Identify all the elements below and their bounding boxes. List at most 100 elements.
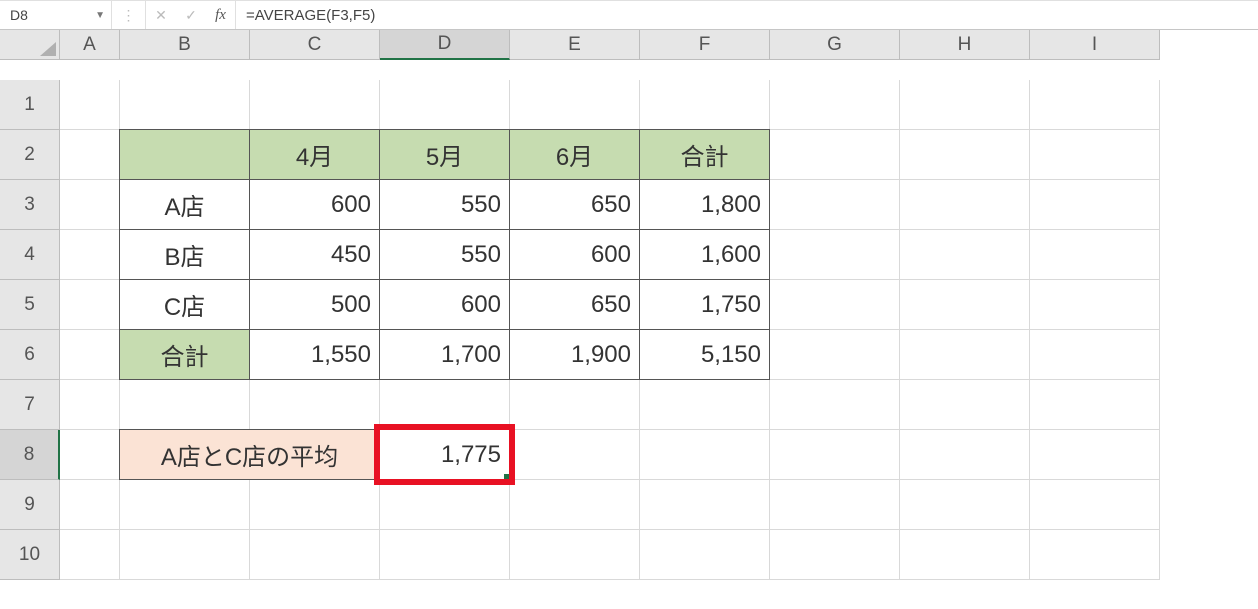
cell-D1[interactable] bbox=[380, 80, 510, 130]
select-all-corner[interactable] bbox=[0, 30, 60, 60]
cell-B1[interactable] bbox=[120, 80, 250, 130]
cell-G1[interactable] bbox=[770, 80, 900, 130]
cell-H8[interactable] bbox=[900, 430, 1030, 480]
col-header-G[interactable]: G bbox=[770, 30, 900, 60]
cell-H9[interactable] bbox=[900, 480, 1030, 530]
cell-G6[interactable] bbox=[770, 330, 900, 380]
cell-H10[interactable] bbox=[900, 530, 1030, 580]
cell-E3[interactable]: 650 bbox=[509, 179, 640, 230]
cell-C3[interactable]: 600 bbox=[249, 179, 380, 230]
cell-D2[interactable]: 5月 bbox=[379, 129, 510, 180]
cell-I10[interactable] bbox=[1030, 530, 1160, 580]
cell-D9[interactable] bbox=[380, 480, 510, 530]
cell-D3[interactable]: 550 bbox=[379, 179, 510, 230]
cell-B3[interactable]: A店 bbox=[119, 179, 250, 230]
cell-E6[interactable]: 1,900 bbox=[509, 329, 640, 380]
cell-E7[interactable] bbox=[510, 380, 640, 430]
cell-C1[interactable] bbox=[250, 80, 380, 130]
cell-A9[interactable] bbox=[60, 480, 120, 530]
cell-I6[interactable] bbox=[1030, 330, 1160, 380]
cell-A10[interactable] bbox=[60, 530, 120, 580]
cell-B8C8-merged[interactable]: A店とC店の平均 bbox=[119, 429, 380, 480]
col-header-F[interactable]: F bbox=[640, 30, 770, 60]
cell-H5[interactable] bbox=[900, 280, 1030, 330]
cell-D10[interactable] bbox=[380, 530, 510, 580]
cell-C6[interactable]: 1,550 bbox=[249, 329, 380, 380]
cell-H2[interactable] bbox=[900, 130, 1030, 180]
cell-E1[interactable] bbox=[510, 80, 640, 130]
cell-D4[interactable]: 550 bbox=[379, 229, 510, 280]
cancel-formula-button[interactable]: ✕ bbox=[146, 1, 176, 29]
cell-G3[interactable] bbox=[770, 180, 900, 230]
cell-D7[interactable] bbox=[380, 380, 510, 430]
cell-A4[interactable] bbox=[60, 230, 120, 280]
cell-C10[interactable] bbox=[250, 530, 380, 580]
chevron-down-icon[interactable]: ▼ bbox=[95, 10, 105, 21]
cell-B4[interactable]: B店 bbox=[119, 229, 250, 280]
cell-E4[interactable]: 600 bbox=[509, 229, 640, 280]
cell-F6[interactable]: 5,150 bbox=[639, 329, 770, 380]
formula-input[interactable]: =AVERAGE(F3,F5) bbox=[236, 1, 1258, 29]
row-header-9[interactable]: 9 bbox=[0, 480, 60, 530]
row-header-1[interactable]: 1 bbox=[0, 80, 60, 130]
cell-B5[interactable]: C店 bbox=[119, 279, 250, 330]
col-header-A[interactable]: A bbox=[60, 30, 120, 60]
cell-A5[interactable] bbox=[60, 280, 120, 330]
cell-I8[interactable] bbox=[1030, 430, 1160, 480]
cell-F10[interactable] bbox=[640, 530, 770, 580]
cell-A3[interactable] bbox=[60, 180, 120, 230]
cell-B10[interactable] bbox=[120, 530, 250, 580]
cell-H1[interactable] bbox=[900, 80, 1030, 130]
cell-F3[interactable]: 1,800 bbox=[639, 179, 770, 230]
cell-B9[interactable] bbox=[120, 480, 250, 530]
cell-F4[interactable]: 1,600 bbox=[639, 229, 770, 280]
cell-I5[interactable] bbox=[1030, 280, 1160, 330]
cell-A8[interactable] bbox=[60, 430, 120, 480]
confirm-formula-button[interactable]: ✓ bbox=[176, 1, 206, 29]
cell-I3[interactable] bbox=[1030, 180, 1160, 230]
cell-D8[interactable]: 1,775 bbox=[379, 429, 510, 480]
cell-F9[interactable] bbox=[640, 480, 770, 530]
cell-F1[interactable] bbox=[640, 80, 770, 130]
row-header-3[interactable]: 3 bbox=[0, 180, 60, 230]
row-header-4[interactable]: 4 bbox=[0, 230, 60, 280]
cell-C9[interactable] bbox=[250, 480, 380, 530]
cell-B2[interactable] bbox=[119, 129, 250, 180]
col-header-C[interactable]: C bbox=[250, 30, 380, 60]
spreadsheet-grid[interactable]: A B C D E F G H I 1 2 4月 5月 6月 合計 3 A店 6… bbox=[0, 30, 1258, 580]
cell-H6[interactable] bbox=[900, 330, 1030, 380]
cell-A2[interactable] bbox=[60, 130, 120, 180]
cell-C7[interactable] bbox=[250, 380, 380, 430]
cell-G9[interactable] bbox=[770, 480, 900, 530]
cell-H7[interactable] bbox=[900, 380, 1030, 430]
cell-H4[interactable] bbox=[900, 230, 1030, 280]
row-header-7[interactable]: 7 bbox=[0, 380, 60, 430]
cell-A1[interactable] bbox=[60, 80, 120, 130]
cell-C2[interactable]: 4月 bbox=[249, 129, 380, 180]
cell-F5[interactable]: 1,750 bbox=[639, 279, 770, 330]
cell-E8[interactable] bbox=[510, 430, 640, 480]
cell-A6[interactable] bbox=[60, 330, 120, 380]
col-header-B[interactable]: B bbox=[120, 30, 250, 60]
cell-D5[interactable]: 600 bbox=[379, 279, 510, 330]
cell-G5[interactable] bbox=[770, 280, 900, 330]
cell-G2[interactable] bbox=[770, 130, 900, 180]
cell-I9[interactable] bbox=[1030, 480, 1160, 530]
cell-F7[interactable] bbox=[640, 380, 770, 430]
cell-E10[interactable] bbox=[510, 530, 640, 580]
cell-G7[interactable] bbox=[770, 380, 900, 430]
cell-E9[interactable] bbox=[510, 480, 640, 530]
cell-I7[interactable] bbox=[1030, 380, 1160, 430]
cell-E2[interactable]: 6月 bbox=[509, 129, 640, 180]
cell-B7[interactable] bbox=[120, 380, 250, 430]
col-header-I[interactable]: I bbox=[1030, 30, 1160, 60]
cell-H3[interactable] bbox=[900, 180, 1030, 230]
cell-A7[interactable] bbox=[60, 380, 120, 430]
cell-C5[interactable]: 500 bbox=[249, 279, 380, 330]
col-header-H[interactable]: H bbox=[900, 30, 1030, 60]
cell-I2[interactable] bbox=[1030, 130, 1160, 180]
cell-C4[interactable]: 450 bbox=[249, 229, 380, 280]
cell-E5[interactable]: 650 bbox=[509, 279, 640, 330]
col-header-E[interactable]: E bbox=[510, 30, 640, 60]
cell-B6[interactable]: 合計 bbox=[119, 329, 250, 380]
